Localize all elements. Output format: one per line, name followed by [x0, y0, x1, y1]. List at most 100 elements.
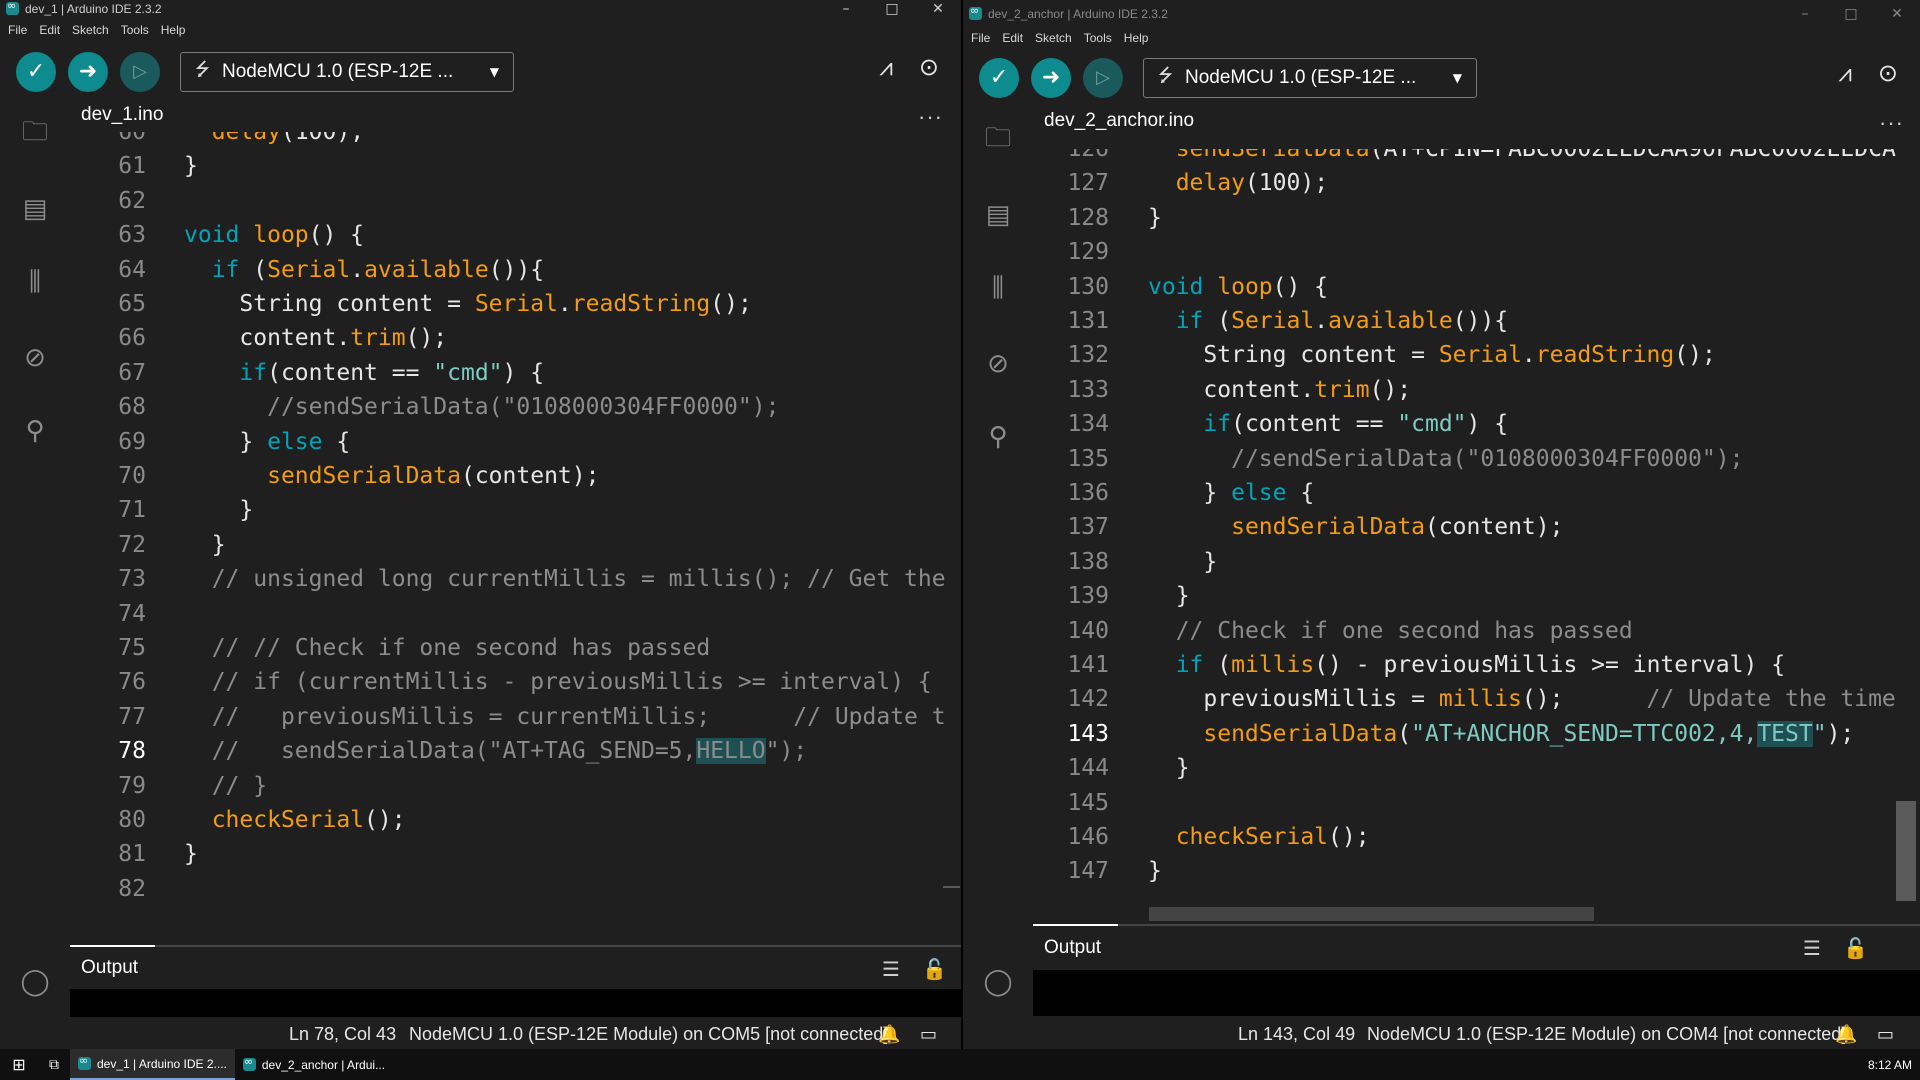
menu-edit[interactable]: Edit [39, 23, 60, 37]
monitor-icon[interactable]: ⊙ [919, 53, 939, 81]
clear-output-icon[interactable]: ☰ [1803, 936, 1821, 960]
code-line[interactable]: 60 delay(100); [70, 132, 364, 149]
code-line[interactable]: 131 if (Serial.available()){ [1033, 304, 1508, 338]
library-icon[interactable]: ⫼ [17, 264, 53, 300]
code-line[interactable]: 73 // unsigned long currentMillis = mill… [70, 562, 945, 596]
code-line[interactable]: 75 // // Check if one second has passed [70, 631, 710, 665]
code-line[interactable]: 67 if(content == "cmd") { [70, 356, 544, 390]
code-line[interactable]: 72 } [70, 528, 225, 562]
minimize-button[interactable]: – [1782, 0, 1828, 27]
search-icon[interactable]: ⚲ [17, 413, 53, 449]
lock-icon[interactable]: 🔓 [922, 957, 947, 981]
pulse-icon[interactable]: ⩘ [1838, 59, 1852, 87]
code-line[interactable]: 79 // } [70, 769, 267, 803]
upload-button[interactable]: ➜ [1031, 57, 1071, 98]
menu-sketch[interactable]: Sketch [1035, 31, 1072, 45]
cursor-position[interactable]: Ln 143, Col 49 [1238, 1024, 1355, 1045]
code-line[interactable]: 71 } [70, 493, 253, 527]
account-icon[interactable]: ◯ [17, 964, 53, 1000]
no-entry-icon[interactable]: ⊘ [17, 340, 53, 376]
code-line[interactable]: 143 sendSerialData("AT+ANCHOR_SEND=TTC00… [1033, 717, 1854, 751]
menu-sketch[interactable]: Sketch [72, 23, 109, 37]
board-icon[interactable]: ▤ [17, 191, 53, 227]
menu-file[interactable]: File [971, 31, 990, 45]
panel-toggle-icon[interactable]: ▭ [1877, 1024, 1894, 1045]
code-line[interactable]: 139 } [1033, 579, 1189, 613]
code-line[interactable]: 138 } [1033, 545, 1217, 579]
code-line[interactable]: 130 void loop() { [1033, 270, 1328, 304]
board-selector[interactable]: ⭍ NodeMCU 1.0 (ESP-12E ... ▼ [1143, 57, 1477, 98]
code-line[interactable]: 70 sendSerialData(content); [70, 459, 599, 493]
more-options-icon[interactable]: ··· [1879, 110, 1904, 136]
close-button[interactable]: ✕ [1874, 0, 1920, 27]
task-view-icon[interactable]: ⧉ [38, 1049, 70, 1080]
taskbar-item-dev-2-anchor[interactable]: dev_2_anchor | Ardui... [235, 1049, 393, 1080]
code-line[interactable]: 64 if (Serial.available()){ [70, 253, 544, 287]
account-icon[interactable]: ◯ [980, 964, 1016, 1000]
code-editor[interactable]: dev_2_anchor.ino ··· 126 sendSerialData(… [1033, 106, 1920, 924]
debug-button[interactable]: ▷ [1083, 57, 1123, 98]
board-icon[interactable]: ▤ [980, 197, 1016, 233]
panel-toggle-icon[interactable]: ▭ [920, 1024, 937, 1045]
code-line[interactable]: 80 checkSerial(); [70, 803, 405, 837]
code-line[interactable]: 137 sendSerialData(content); [1033, 510, 1563, 544]
code-line[interactable]: 61} [70, 149, 198, 183]
code-line[interactable]: 76 // if (currentMillis - previousMillis… [70, 665, 931, 699]
close-button[interactable]: ✕ [915, 0, 961, 17]
more-options-icon[interactable]: ··· [918, 104, 943, 130]
code-line[interactable]: 134 if(content == "cmd") { [1033, 407, 1508, 441]
code-line[interactable]: 127 delay(100); [1033, 166, 1328, 200]
code-line[interactable]: 66 content.trim(); [70, 321, 447, 355]
monitor-icon[interactable]: ⊙ [1878, 59, 1898, 87]
no-entry-icon[interactable]: ⊘ [980, 346, 1016, 382]
code-line[interactable]: 78 // sendSerialData("AT+TAG_SEND=5,HELL… [70, 734, 807, 768]
bell-icon[interactable]: 🔔 [1835, 1024, 1857, 1045]
code-line[interactable]: 128} [1033, 201, 1161, 235]
horizontal-scrollbar[interactable] [1149, 907, 1594, 921]
lock-icon[interactable]: 🔓 [1843, 936, 1868, 960]
library-icon[interactable]: ⫼ [980, 270, 1016, 306]
windows-start-icon[interactable]: ⊞ [0, 1049, 38, 1080]
code-line[interactable]: 144 } [1033, 751, 1189, 785]
code-line[interactable]: 140 // Check if one second has passed [1033, 614, 1632, 648]
code-line[interactable]: 132 String content = Serial.readString()… [1033, 338, 1715, 372]
board-status[interactable]: NodeMCU 1.0 (ESP-12E Module) on COM5 [no… [409, 1024, 888, 1045]
code-editor[interactable]: dev_1.ino ··· 60 delay(100); 61} 62 63 void … [70, 100, 961, 970]
search-icon[interactable]: ⚲ [980, 419, 1016, 455]
code-line[interactable]: 82 [70, 872, 146, 906]
maximize-button[interactable]: □ [1828, 0, 1874, 27]
code-line[interactable]: 77 // previousMillis = currentMillis; //… [70, 700, 945, 734]
tab-dev-1-ino[interactable]: dev_1.ino [70, 100, 175, 132]
menu-help[interactable]: Help [1124, 31, 1149, 45]
code-line[interactable]: 145 [1033, 786, 1109, 820]
menu-tools[interactable]: Tools [121, 23, 149, 37]
folder-icon[interactable]: 🗀 [980, 123, 1016, 159]
vertical-scrollbar[interactable] [1896, 801, 1916, 901]
code-line[interactable]: 147} [1033, 854, 1161, 888]
code-line[interactable]: 69 } else { [70, 425, 350, 459]
code-line[interactable]: 133 content.trim(); [1033, 373, 1411, 407]
code-line[interactable]: 142 previousMillis = millis(); // Update… [1033, 682, 1895, 716]
upload-button[interactable]: ➜ [68, 51, 108, 92]
tab-dev-2-anchor-ino[interactable]: dev_2_anchor.ino [1033, 106, 1206, 138]
code-line[interactable]: 81} [70, 837, 198, 871]
menu-tools[interactable]: Tools [1084, 31, 1112, 45]
verify-button[interactable]: ✓ [16, 51, 56, 92]
clock[interactable]: 8:12 AM [1868, 1058, 1912, 1072]
minimize-button[interactable]: – [823, 0, 869, 17]
code-line[interactable]: 141 if (millis() - previousMillis >= int… [1033, 648, 1785, 682]
bell-icon[interactable]: 🔔 [878, 1024, 900, 1045]
code-line[interactable]: 65 String content = Serial.readString(); [70, 287, 752, 321]
verify-button[interactable]: ✓ [979, 57, 1019, 98]
menu-help[interactable]: Help [161, 23, 186, 37]
code-line[interactable]: 146 checkSerial(); [1033, 820, 1369, 854]
code-line[interactable]: 135 //sendSerialData("0108000304FF0000")… [1033, 442, 1743, 476]
clear-output-icon[interactable]: ☰ [882, 957, 900, 981]
folder-icon[interactable]: 🗀 [17, 117, 53, 153]
maximize-button[interactable]: □ [869, 0, 915, 17]
board-status[interactable]: NodeMCU 1.0 (ESP-12E Module) on COM4 [no… [1367, 1024, 1846, 1045]
menu-edit[interactable]: Edit [1002, 31, 1023, 45]
code-line[interactable]: 126 sendSerialData(AT+CPIN=FABC0002EEDCA… [1033, 149, 1895, 166]
board-selector[interactable]: ⭍ NodeMCU 1.0 (ESP-12E ... ▼ [180, 51, 514, 92]
taskbar-item-dev-1[interactable]: dev_1 | Arduino IDE 2.... [70, 1049, 235, 1080]
